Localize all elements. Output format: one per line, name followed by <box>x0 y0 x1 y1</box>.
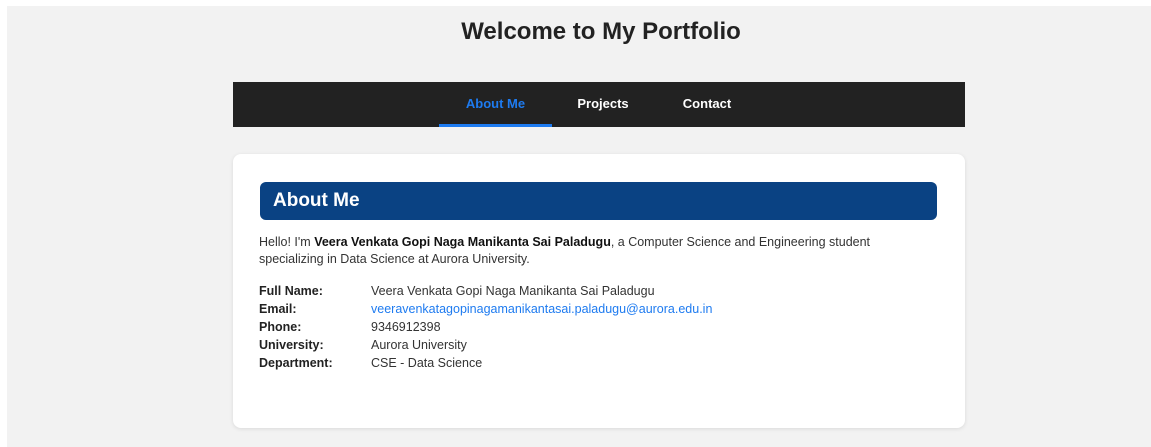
detail-row-department: Department: CSE - Data Science <box>259 354 859 372</box>
phone-value: 9346912398 <box>371 320 441 334</box>
page-title: Welcome to My Portfolio <box>461 18 741 45</box>
nav-about-me[interactable]: About Me <box>439 82 552 127</box>
department-label: Department: <box>259 356 333 370</box>
full-name-value: Veera Venkata Gopi Naga Manikanta Sai Pa… <box>371 284 655 298</box>
section-title: About Me <box>273 190 360 211</box>
intro-prefix: Hello! I'm <box>259 235 315 249</box>
university-label: University: <box>259 338 324 352</box>
phone-label: Phone: <box>259 320 302 334</box>
nav-projects[interactable]: Projects <box>569 82 637 127</box>
details-list: Full Name: Veera Venkata Gopi Naga Manik… <box>259 282 859 372</box>
department-value: CSE - Data Science <box>371 356 483 370</box>
detail-row-full-name: Full Name: Veera Venkata Gopi Naga Manik… <box>259 282 859 300</box>
university-value: Aurora University <box>371 338 467 352</box>
full-name-label: Full Name: <box>259 284 323 298</box>
detail-row-phone: Phone: 9346912398 <box>259 318 859 336</box>
section-header: About Me <box>260 182 937 220</box>
intro-text: Hello! I'm Veera Venkata Gopi Naga Manik… <box>259 234 929 268</box>
intro-name: Veera Venkata Gopi Naga Manikanta Sai Pa… <box>314 235 611 249</box>
nav-contact[interactable]: Contact <box>676 82 738 127</box>
email-link[interactable]: veeravenkatagopinagamanikantasai.paladug… <box>371 300 712 318</box>
email-label: Email: <box>259 302 297 316</box>
about-card: About Me Hello! I'm Veera Venkata Gopi N… <box>233 154 965 428</box>
navbar: About Me Projects Contact <box>233 82 965 127</box>
detail-row-university: University: Aurora University <box>259 336 859 354</box>
detail-row-email: Email: veeravenkatagopinagamanikantasai.… <box>259 300 859 318</box>
